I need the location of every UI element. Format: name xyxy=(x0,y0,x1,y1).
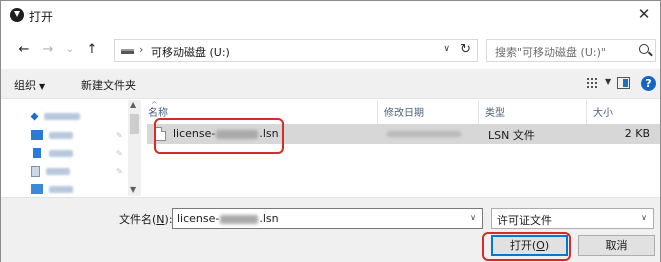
pin-icon: ✎ xyxy=(116,131,123,140)
nav-item-downloads[interactable] xyxy=(31,145,73,161)
open-file-dialog: 打开 ✕ ← → ⌄ ↑ › 可移动磁盘 (U:) ∨ ↻ 搜索"可移动磁盘 (… xyxy=(0,0,661,262)
pictures-icon xyxy=(31,184,43,194)
organize-button[interactable]: 组织 ▼ xyxy=(14,77,45,93)
scroll-down-icon[interactable]: ▼ xyxy=(130,185,136,194)
drive-icon xyxy=(121,49,134,54)
navigation-scrollbar[interactable]: ▲ ▼ xyxy=(128,100,141,196)
blurred-label xyxy=(49,131,73,139)
file-size: 2 KB xyxy=(624,127,650,140)
column-header-type[interactable]: 类型 xyxy=(479,100,587,124)
pin-icon: ✎ xyxy=(116,149,123,158)
blurred-label xyxy=(46,167,70,175)
filetype-dropdown-icon[interactable]: ∨ xyxy=(641,213,647,222)
filetype-select[interactable]: 许可证文件 ∨ xyxy=(491,208,654,229)
window-title: 打开 xyxy=(29,10,54,24)
nav-item-quick-access[interactable] xyxy=(30,108,80,124)
search-icon[interactable] xyxy=(639,44,649,54)
scroll-thumb[interactable] xyxy=(130,114,139,134)
close-button[interactable]: ✕ xyxy=(632,3,656,25)
organize-label: 组织 xyxy=(14,79,36,92)
title-bar: 打开 ✕ xyxy=(1,1,660,29)
preview-pane-icon[interactable] xyxy=(617,77,630,89)
organize-caret-icon: ▼ xyxy=(39,82,46,91)
column-header-size[interactable]: 大小 xyxy=(587,100,660,124)
file-type: LSN 文件 xyxy=(488,129,535,142)
help-icon[interactable]: ? xyxy=(641,76,656,91)
navigation-pane: ✎ ✎ ✎ ▲ ▼ xyxy=(1,100,141,197)
up-button[interactable]: ↑ xyxy=(83,41,101,59)
filename-value: license- .lsn xyxy=(177,212,279,225)
refresh-button[interactable]: ↻ xyxy=(460,42,471,57)
highlight-open-annotation xyxy=(482,232,571,261)
new-folder-button[interactable]: 新建文件夹 xyxy=(81,77,136,93)
nav-item-pictures[interactable] xyxy=(31,181,73,197)
address-bar[interactable]: › 可移动磁盘 (U:) ∨ ↻ xyxy=(114,39,478,62)
download-icon xyxy=(33,148,41,158)
highlight-file-annotation xyxy=(154,118,284,154)
scroll-up-icon[interactable]: ▲ xyxy=(130,100,136,109)
nav-item-documents[interactable] xyxy=(31,163,70,179)
sort-ascending-icon: ^ xyxy=(151,100,158,109)
navigation-row: ← → ⌄ ↑ › 可移动磁盘 (U:) ∨ ↻ 搜索"可移动磁盘 (U:)" xyxy=(1,37,660,65)
command-toolbar: 组织 ▼ 新建文件夹 ▼ ? xyxy=(1,69,660,99)
document-icon xyxy=(31,165,40,177)
breadcrumb-current[interactable]: 可移动磁盘 (U:) xyxy=(151,44,230,60)
forward-button[interactable]: → xyxy=(39,41,57,59)
app-icon xyxy=(10,8,24,22)
filename-input[interactable]: license- .lsn ∨ xyxy=(172,208,483,229)
view-options-caret-icon[interactable]: ▼ xyxy=(605,77,611,86)
back-button[interactable]: ← xyxy=(15,41,33,59)
pin-icon: ✎ xyxy=(116,167,123,176)
star-icon xyxy=(30,112,39,120)
search-input[interactable]: 搜索"可移动磁盘 (U:)" xyxy=(495,44,606,60)
cancel-button[interactable]: 取消 xyxy=(578,235,655,256)
blurred-label xyxy=(49,185,73,193)
view-options-icon[interactable] xyxy=(587,78,599,88)
file-modified-date-redacted xyxy=(387,131,461,137)
address-dropdown-button[interactable]: ∨ xyxy=(443,44,450,54)
nav-item-desktop[interactable] xyxy=(31,127,73,143)
filename-dropdown-icon[interactable]: ∨ xyxy=(470,213,476,222)
filetype-value: 许可证文件 xyxy=(497,214,552,227)
filename-label: 文件名(N): xyxy=(119,213,173,226)
search-box[interactable]: 搜索"可移动磁盘 (U:)" xyxy=(486,39,656,62)
recent-locations-button[interactable]: ⌄ xyxy=(61,41,79,59)
blurred-label xyxy=(44,112,80,120)
blurred-label xyxy=(49,149,73,157)
redacted-text xyxy=(220,214,259,224)
column-header-modified[interactable]: 修改日期 xyxy=(378,100,479,124)
desktop-icon xyxy=(31,130,43,140)
breadcrumb-separator[interactable]: › xyxy=(139,43,143,56)
